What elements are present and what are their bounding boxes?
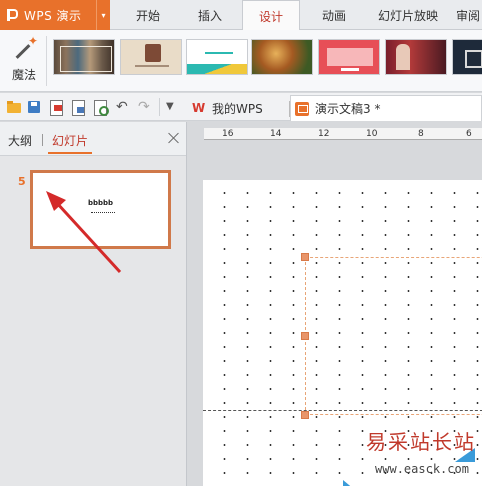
- preview-icon[interactable]: [92, 99, 109, 116]
- design-ribbon: 魔法: [0, 30, 482, 92]
- ruler-strip: 16 14 12 10 8 6: [204, 128, 482, 140]
- wps-w-icon: W: [192, 101, 206, 115]
- selected-text-frame[interactable]: [301, 253, 482, 419]
- tab-home[interactable]: 开始: [118, 0, 178, 30]
- ribbon-divider: [46, 36, 47, 86]
- red-arrow-annotation: [46, 191, 122, 274]
- folder-icon[interactable]: [6, 99, 22, 115]
- tab-slideshow[interactable]: 幻灯片放映: [366, 0, 450, 30]
- doc-tab-label: 我的WPS: [212, 101, 263, 116]
- magic-label: 魔法: [11, 68, 36, 82]
- watermark-url: www.easck.com: [375, 462, 469, 476]
- pdf-icon[interactable]: [48, 99, 64, 116]
- resize-handle-top-left[interactable]: [301, 253, 309, 261]
- theme-thumbnail-4[interactable]: [251, 39, 313, 75]
- theme-thumbnail-7[interactable]: [452, 39, 482, 75]
- theme-thumbnail-1[interactable]: [53, 39, 115, 75]
- watermark-title: 易采站长站: [366, 430, 476, 454]
- redo-icon[interactable]: ↷: [138, 99, 154, 115]
- tab-review[interactable]: 审阅: [456, 0, 482, 30]
- ruler-label: 16: [222, 129, 234, 139]
- ruler-label: 8: [418, 129, 424, 139]
- ruler-label: 10: [366, 129, 378, 139]
- print-icon[interactable]: [70, 99, 86, 116]
- save-icon[interactable]: [26, 99, 42, 115]
- theme-thumbnail-5[interactable]: [318, 39, 380, 75]
- doc-tab-presentation[interactable]: 演示文稿3 *: [290, 95, 482, 121]
- blue-triangle-decoration: [343, 480, 367, 486]
- doc-tab-label: 演示文稿3 *: [315, 102, 381, 116]
- resize-handle-bottom-left[interactable]: [301, 411, 309, 419]
- horizontal-ruler: 16 14 12 10 8 6: [188, 122, 482, 144]
- undo-icon[interactable]: ↶: [116, 99, 132, 115]
- resize-handle-left[interactable]: [301, 332, 309, 340]
- doc-tab-my-wps[interactable]: W 我的WPS: [186, 95, 290, 121]
- magic-wand-icon: [10, 34, 38, 64]
- app-menu-button[interactable]: WPS 演示 ▾: [0, 0, 110, 30]
- more-icon[interactable]: ▼: [166, 99, 182, 115]
- ribbon-tab-bar: WPS 演示 ▾ 开始 插入 设计 动画 幻灯片放映 审阅: [0, 0, 482, 31]
- slides-panel: 大纲 幻灯片 5 bbbbb: [0, 122, 187, 486]
- ruler-label: 6: [466, 129, 472, 139]
- theme-thumbnail-2[interactable]: [120, 39, 182, 75]
- presentation-icon: [295, 101, 309, 116]
- chevron-down-icon[interactable]: ▾: [96, 0, 110, 30]
- wps-logo-icon: [6, 7, 20, 23]
- magic-button[interactable]: 魔法: [6, 34, 42, 90]
- ruler-label: 12: [318, 129, 330, 139]
- app-title: WPS 演示: [24, 8, 82, 23]
- tab-insert[interactable]: 插入: [180, 0, 240, 30]
- tab-design[interactable]: 设计: [242, 0, 300, 31]
- theme-thumbnail-3[interactable]: [186, 39, 248, 75]
- theme-thumbnail-6[interactable]: [385, 39, 447, 75]
- toolbar-divider: [159, 98, 160, 116]
- tab-animation[interactable]: 动画: [304, 0, 364, 30]
- ruler-label: 14: [270, 129, 282, 139]
- quick-access-toolbar: ↶ ↷ ▼ W 我的WPS 演示文稿3 *: [0, 93, 482, 121]
